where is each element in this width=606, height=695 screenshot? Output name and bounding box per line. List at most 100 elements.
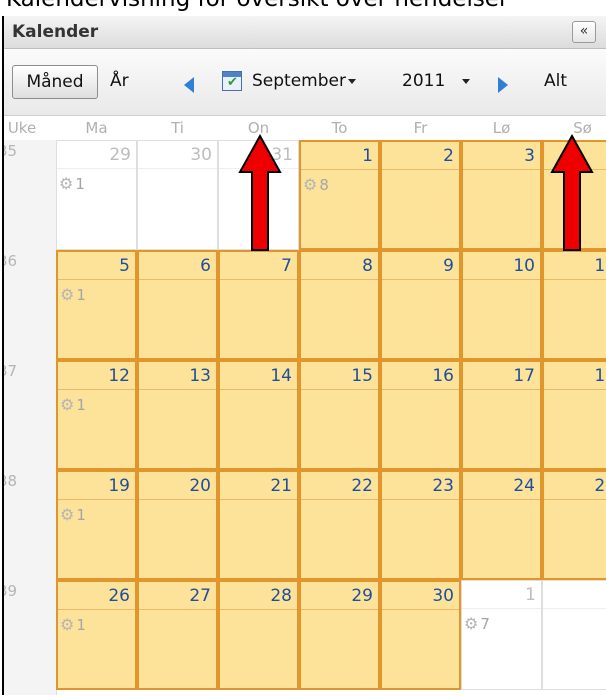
day-cell[interactable]: 10 bbox=[461, 250, 542, 360]
day-number: 28 bbox=[270, 586, 292, 606]
month-dropdown-icon[interactable] bbox=[348, 79, 356, 84]
year-view-button[interactable]: År bbox=[110, 65, 129, 97]
day-divider bbox=[57, 168, 136, 169]
week-number-column: 35 36 37 38 39 bbox=[4, 140, 57, 695]
day-number: 11 bbox=[594, 256, 606, 276]
day-cell[interactable]: 22 bbox=[299, 470, 380, 580]
day-divider bbox=[544, 499, 606, 500]
annotation-arrow-all bbox=[550, 134, 594, 251]
event-count[interactable]: ⚙ 8 bbox=[303, 175, 329, 194]
annotation-arrow-month bbox=[238, 134, 282, 251]
collapse-icon[interactable]: « bbox=[572, 21, 596, 43]
day-divider bbox=[463, 389, 540, 390]
year-select[interactable]: 2011 bbox=[402, 65, 445, 97]
day-cell[interactable]: 30 bbox=[380, 580, 461, 690]
day-divider bbox=[382, 389, 459, 390]
gear-icon: ⚙ bbox=[464, 614, 479, 633]
day-cell[interactable]: 6 bbox=[137, 250, 218, 360]
day-cell[interactable]: 2 bbox=[380, 140, 461, 250]
day-cell[interactable]: 27 bbox=[137, 580, 218, 690]
day-number: 26 bbox=[108, 586, 130, 606]
day-cell[interactable]: 3 bbox=[461, 140, 542, 250]
month-select[interactable]: September bbox=[252, 65, 346, 97]
event-count-value: 1 bbox=[75, 175, 85, 193]
day-cell[interactable]: 23 bbox=[380, 470, 461, 580]
day-cell[interactable]: 1 ⚙ 8 bbox=[299, 140, 380, 250]
day-cell[interactable]: 9 bbox=[380, 250, 461, 360]
day-divider bbox=[139, 389, 216, 390]
calendar-check-icon[interactable] bbox=[222, 71, 242, 91]
day-cell[interactable]: 5 ⚙ 1 bbox=[56, 250, 137, 360]
day-cell[interactable]: 14 bbox=[218, 360, 299, 470]
day-cell[interactable]: 15 bbox=[299, 360, 380, 470]
day-number: 19 bbox=[108, 476, 130, 496]
day-number: 8 bbox=[362, 256, 373, 276]
day-cell[interactable]: 13 bbox=[137, 360, 218, 470]
day-cell[interactable]: 24 bbox=[461, 470, 542, 580]
day-number: 9 bbox=[443, 256, 454, 276]
calendar-panel: Kalender « Måned År September 2011 Alt U… bbox=[2, 16, 606, 695]
event-count[interactable]: ⚙ 1 bbox=[60, 285, 86, 304]
day-cell[interactable]: 7 bbox=[218, 250, 299, 360]
day-divider bbox=[58, 609, 135, 610]
gear-icon: ⚙ bbox=[59, 174, 74, 193]
header-week: Uke bbox=[7, 119, 37, 137]
day-cell[interactable]: 19 ⚙ 1 bbox=[56, 470, 137, 580]
day-cell[interactable]: 20 bbox=[137, 470, 218, 580]
day-number: 1 bbox=[525, 585, 536, 605]
gear-icon: ⚙ bbox=[60, 505, 75, 524]
gear-icon: ⚙ bbox=[60, 395, 75, 414]
all-button[interactable]: Alt bbox=[544, 65, 567, 97]
day-cell[interactable]: 12 ⚙ 1 bbox=[56, 360, 137, 470]
event-count[interactable]: ⚙ 1 bbox=[60, 505, 86, 524]
day-number: 20 bbox=[189, 476, 211, 496]
day-number: 6 bbox=[200, 256, 211, 276]
day-number: 24 bbox=[513, 476, 535, 496]
event-count[interactable]: ⚙ 1 bbox=[60, 395, 86, 414]
next-arrow-icon[interactable] bbox=[498, 77, 508, 93]
day-cell[interactable]: 29 bbox=[299, 580, 380, 690]
event-count-value: 1 bbox=[76, 616, 86, 634]
day-cell[interactable]: 25 bbox=[542, 470, 606, 580]
day-cell[interactable]: 11 bbox=[542, 250, 606, 360]
day-cell[interactable]: 16 bbox=[380, 360, 461, 470]
day-number: 18 bbox=[594, 366, 606, 386]
month-view-button[interactable]: Måned bbox=[12, 65, 98, 99]
day-number: 5 bbox=[119, 256, 130, 276]
day-divider bbox=[138, 168, 217, 169]
day-divider bbox=[301, 279, 378, 280]
day-number: 1 bbox=[362, 146, 373, 166]
day-divider bbox=[220, 499, 297, 500]
day-cell[interactable]: 29 ⚙ 1 bbox=[56, 140, 137, 250]
event-count[interactable]: ⚙ 1 bbox=[60, 615, 86, 634]
day-divider bbox=[544, 389, 606, 390]
day-number: 30 bbox=[190, 145, 212, 165]
day-cell[interactable]: 8 bbox=[299, 250, 380, 360]
day-cell[interactable]: 18 bbox=[542, 360, 606, 470]
day-cell[interactable]: 2 bbox=[542, 580, 606, 690]
day-number: 13 bbox=[189, 366, 211, 386]
year-dropdown-icon[interactable] bbox=[462, 79, 470, 84]
week-number: 35 bbox=[4, 142, 18, 160]
previous-arrow-icon[interactable] bbox=[184, 77, 194, 93]
day-cell[interactable]: 30 bbox=[137, 140, 218, 250]
day-number: 16 bbox=[432, 366, 454, 386]
day-cell[interactable]: 26 ⚙ 1 bbox=[56, 580, 137, 690]
day-number: 15 bbox=[351, 366, 373, 386]
day-cell[interactable]: 17 bbox=[461, 360, 542, 470]
event-count[interactable]: ⚙ 1 bbox=[59, 174, 85, 193]
gear-icon: ⚙ bbox=[303, 175, 318, 194]
day-divider bbox=[139, 279, 216, 280]
day-number: 27 bbox=[189, 586, 211, 606]
event-count[interactable]: ⚙ 7 bbox=[464, 614, 490, 633]
day-number: 7 bbox=[281, 256, 292, 276]
day-cell[interactable]: 1 ⚙ 7 bbox=[461, 580, 542, 690]
day-cell[interactable]: 28 bbox=[218, 580, 299, 690]
day-divider bbox=[301, 499, 378, 500]
event-count-value: 1 bbox=[76, 506, 86, 524]
day-cell[interactable]: 21 bbox=[218, 470, 299, 580]
day-number: 22 bbox=[351, 476, 373, 496]
day-divider bbox=[463, 279, 540, 280]
day-divider bbox=[58, 389, 135, 390]
week-number: 39 bbox=[4, 582, 18, 600]
